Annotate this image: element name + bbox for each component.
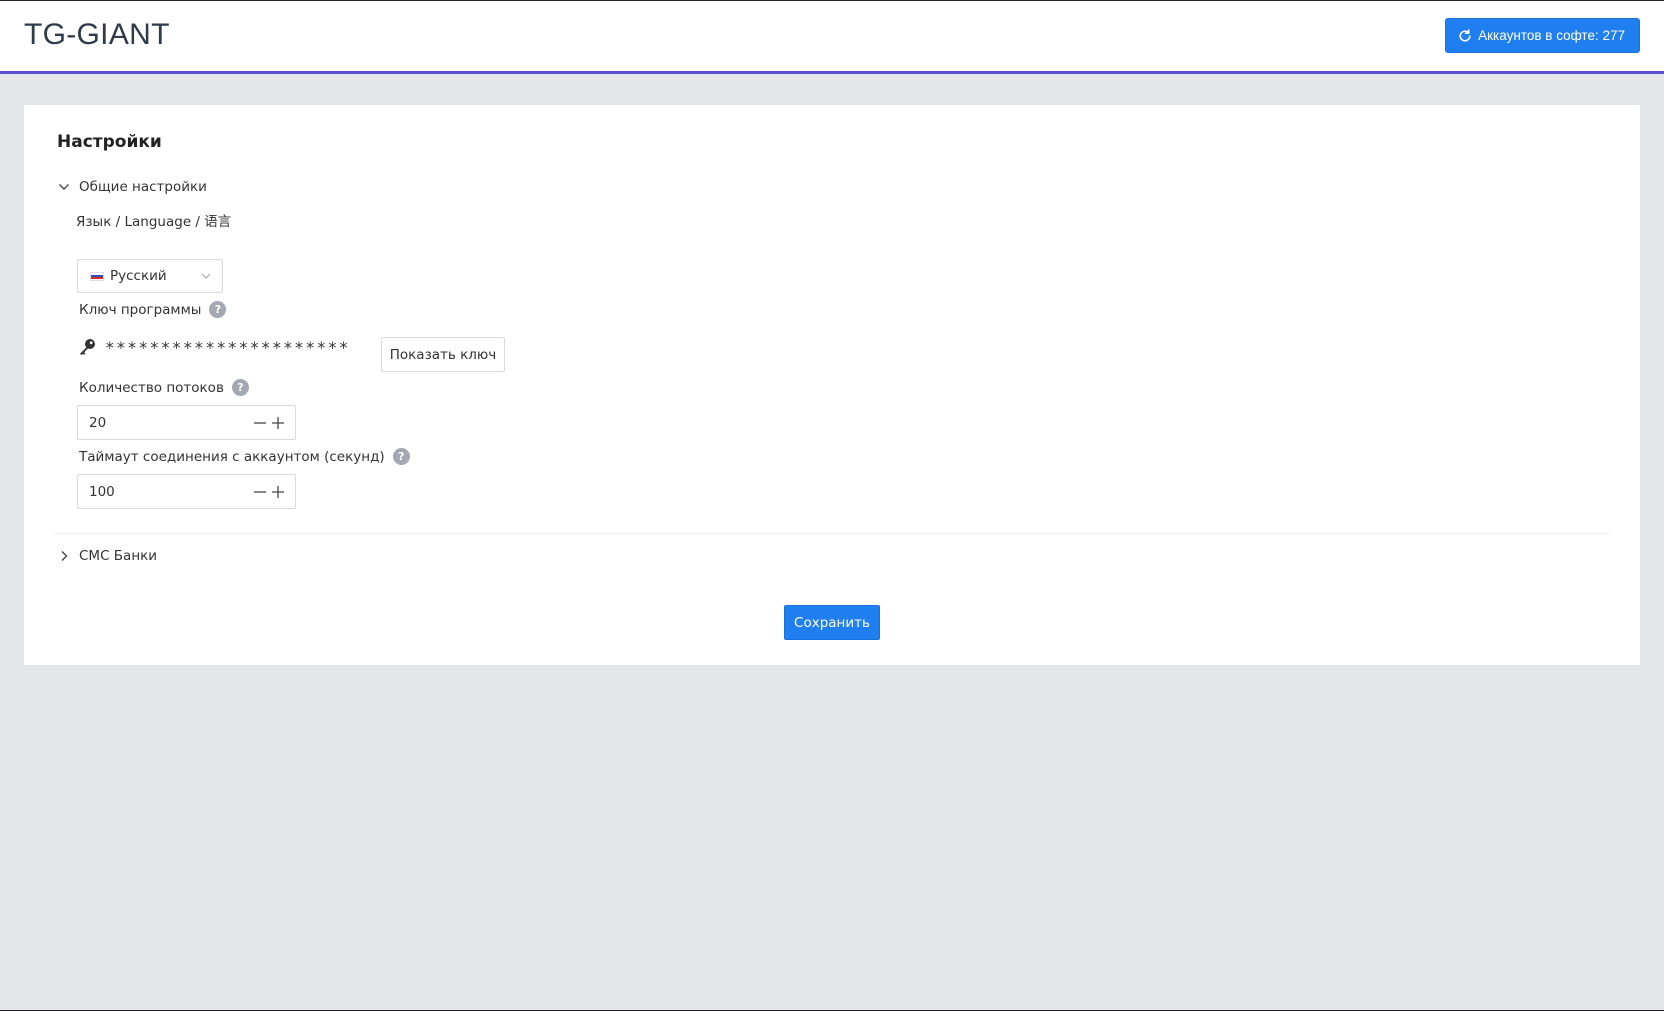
timeout-label-text: Таймаут соединения с аккаунтом (секунд) xyxy=(79,448,385,465)
program-key-label-text: Ключ программы xyxy=(79,301,202,318)
plus-icon xyxy=(272,416,284,429)
program-key-masked: ********************** xyxy=(105,337,350,357)
help-icon[interactable]: ? xyxy=(209,301,227,318)
page-title: Настройки xyxy=(57,132,162,152)
minus-icon xyxy=(254,490,266,493)
threads-input[interactable] xyxy=(78,406,251,439)
app-logo: TG-GIANT xyxy=(24,18,170,51)
minus-icon xyxy=(254,421,266,424)
help-icon[interactable]: ? xyxy=(231,379,249,396)
general-settings-label: Общие настройки xyxy=(79,179,207,195)
timeout-label: Таймаут соединения с аккаунтом (секунд) … xyxy=(79,448,410,465)
decrement-button[interactable] xyxy=(251,483,269,501)
timeout-stepper xyxy=(77,474,296,509)
refresh-icon xyxy=(1459,28,1471,42)
general-settings-header[interactable]: Общие настройки xyxy=(57,176,207,198)
show-key-button[interactable]: Показать ключ xyxy=(381,337,505,372)
settings-card: Настройки Общие настройки Язык / Languag… xyxy=(24,105,1640,665)
top-bar: TG-GIANT Аккаунтов в софте: 277 xyxy=(0,0,1664,74)
sms-banks-label: СМС Банки xyxy=(79,548,158,564)
increment-button[interactable] xyxy=(269,483,287,501)
russia-flag-icon xyxy=(90,271,104,281)
language-label: Язык / Language / 语言 xyxy=(76,210,231,230)
chevron-down-icon xyxy=(201,273,211,279)
sms-banks-header[interactable]: СМС Банки xyxy=(57,545,157,567)
key-icon xyxy=(80,339,95,356)
threads-label-text: Количество потоков xyxy=(79,379,224,396)
section-divider xyxy=(54,533,1610,534)
language-selected-value: Русский xyxy=(110,268,167,284)
chevron-down-icon xyxy=(59,184,69,190)
program-key-row: ********************** xyxy=(77,337,350,357)
decrement-button[interactable] xyxy=(251,414,269,432)
threads-stepper xyxy=(77,405,296,440)
accounts-count-button[interactable]: Аккаунтов в софте: 277 xyxy=(1445,18,1640,53)
accounts-count-label: Аккаунтов в софте: 277 xyxy=(1478,28,1625,43)
timeout-input[interactable] xyxy=(78,475,251,508)
help-icon[interactable]: ? xyxy=(392,448,410,465)
plus-icon xyxy=(272,485,284,498)
language-select[interactable]: Русский xyxy=(77,259,223,293)
chevron-right-icon xyxy=(61,551,68,561)
increment-button[interactable] xyxy=(269,414,287,432)
program-key-label: Ключ программы ? xyxy=(79,301,227,318)
save-button[interactable]: Сохранить xyxy=(784,605,880,640)
threads-label: Количество потоков ? xyxy=(79,379,249,396)
language-label-text: Язык / Language / 语言 xyxy=(76,214,232,230)
